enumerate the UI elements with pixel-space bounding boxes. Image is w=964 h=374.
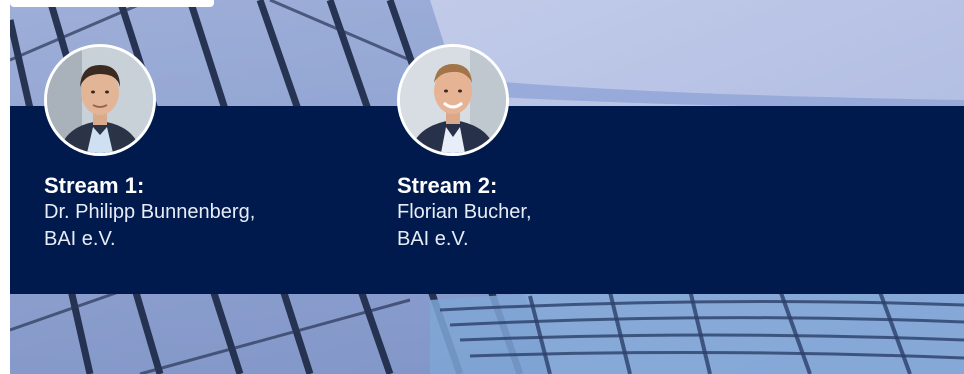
speaker-card-stream-1: Stream 1: Dr. Philipp Bunnenberg, BAI e.… xyxy=(44,44,255,253)
person-photo-icon xyxy=(47,47,153,153)
speaker-name: Dr. Philipp Bunnenberg, xyxy=(44,201,256,223)
top-tab-strip xyxy=(10,0,214,7)
speaker-photo-avatar xyxy=(397,44,509,156)
stream-label: Stream 2: xyxy=(397,173,498,198)
person-photo-icon xyxy=(400,47,506,153)
speaker-photo-avatar xyxy=(44,44,156,156)
speaker-name: Florian Bucher, xyxy=(397,201,532,223)
speaker-organization: BAI e.V. xyxy=(44,228,116,250)
speaker-organization: BAI e.V. xyxy=(397,228,469,250)
speaker-card-stream-2: Stream 2: Florian Bucher, BAI e.V. xyxy=(397,44,532,253)
stream-label: Stream 1: xyxy=(44,173,145,198)
